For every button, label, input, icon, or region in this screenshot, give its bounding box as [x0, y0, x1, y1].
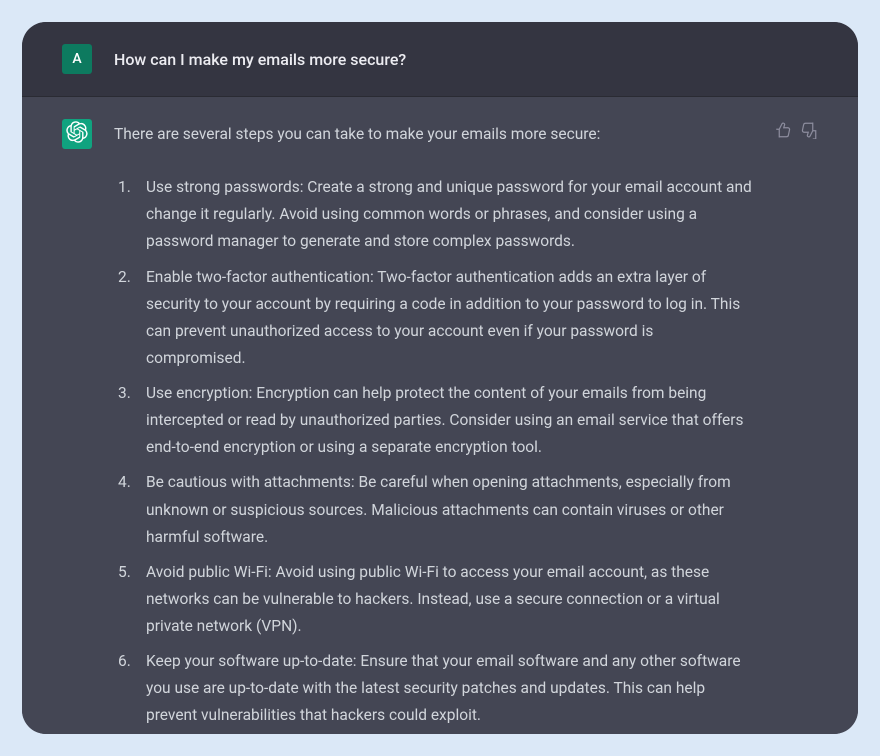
list-item: Use strong passwords: Create a strong an… — [140, 174, 752, 255]
assistant-content: There are several steps you can take to … — [114, 119, 752, 734]
assistant-avatar — [62, 119, 92, 149]
thumbs-down-icon[interactable] — [800, 121, 818, 139]
assistant-message: There are several steps you can take to … — [22, 97, 858, 734]
assistant-numbered-list: Use strong passwords: Create a strong an… — [114, 174, 752, 729]
assistant-intro: There are several steps you can take to … — [114, 121, 752, 148]
list-item: Avoid public Wi-Fi: Avoid using public W… — [140, 559, 752, 640]
list-item: Be cautious with attachments: Be careful… — [140, 469, 752, 550]
thumbs-up-icon[interactable] — [774, 121, 792, 139]
list-item: Use encryption: Encryption can help prot… — [140, 380, 752, 461]
assistant-message-body: There are several steps you can take to … — [114, 119, 752, 730]
openai-logo-icon — [66, 121, 88, 147]
user-message-text: How can I make my emails more secure? — [114, 44, 818, 74]
user-avatar: A — [62, 44, 92, 74]
list-item: Keep your software up-to-date: Ensure th… — [140, 648, 752, 729]
user-avatar-letter: A — [72, 51, 81, 67]
user-message: A How can I make my emails more secure? — [22, 22, 858, 97]
feedback-buttons — [774, 119, 818, 139]
chat-window: A How can I make my emails more secure? … — [22, 22, 858, 734]
list-item: Enable two-factor authentication: Two-fa… — [140, 264, 752, 373]
